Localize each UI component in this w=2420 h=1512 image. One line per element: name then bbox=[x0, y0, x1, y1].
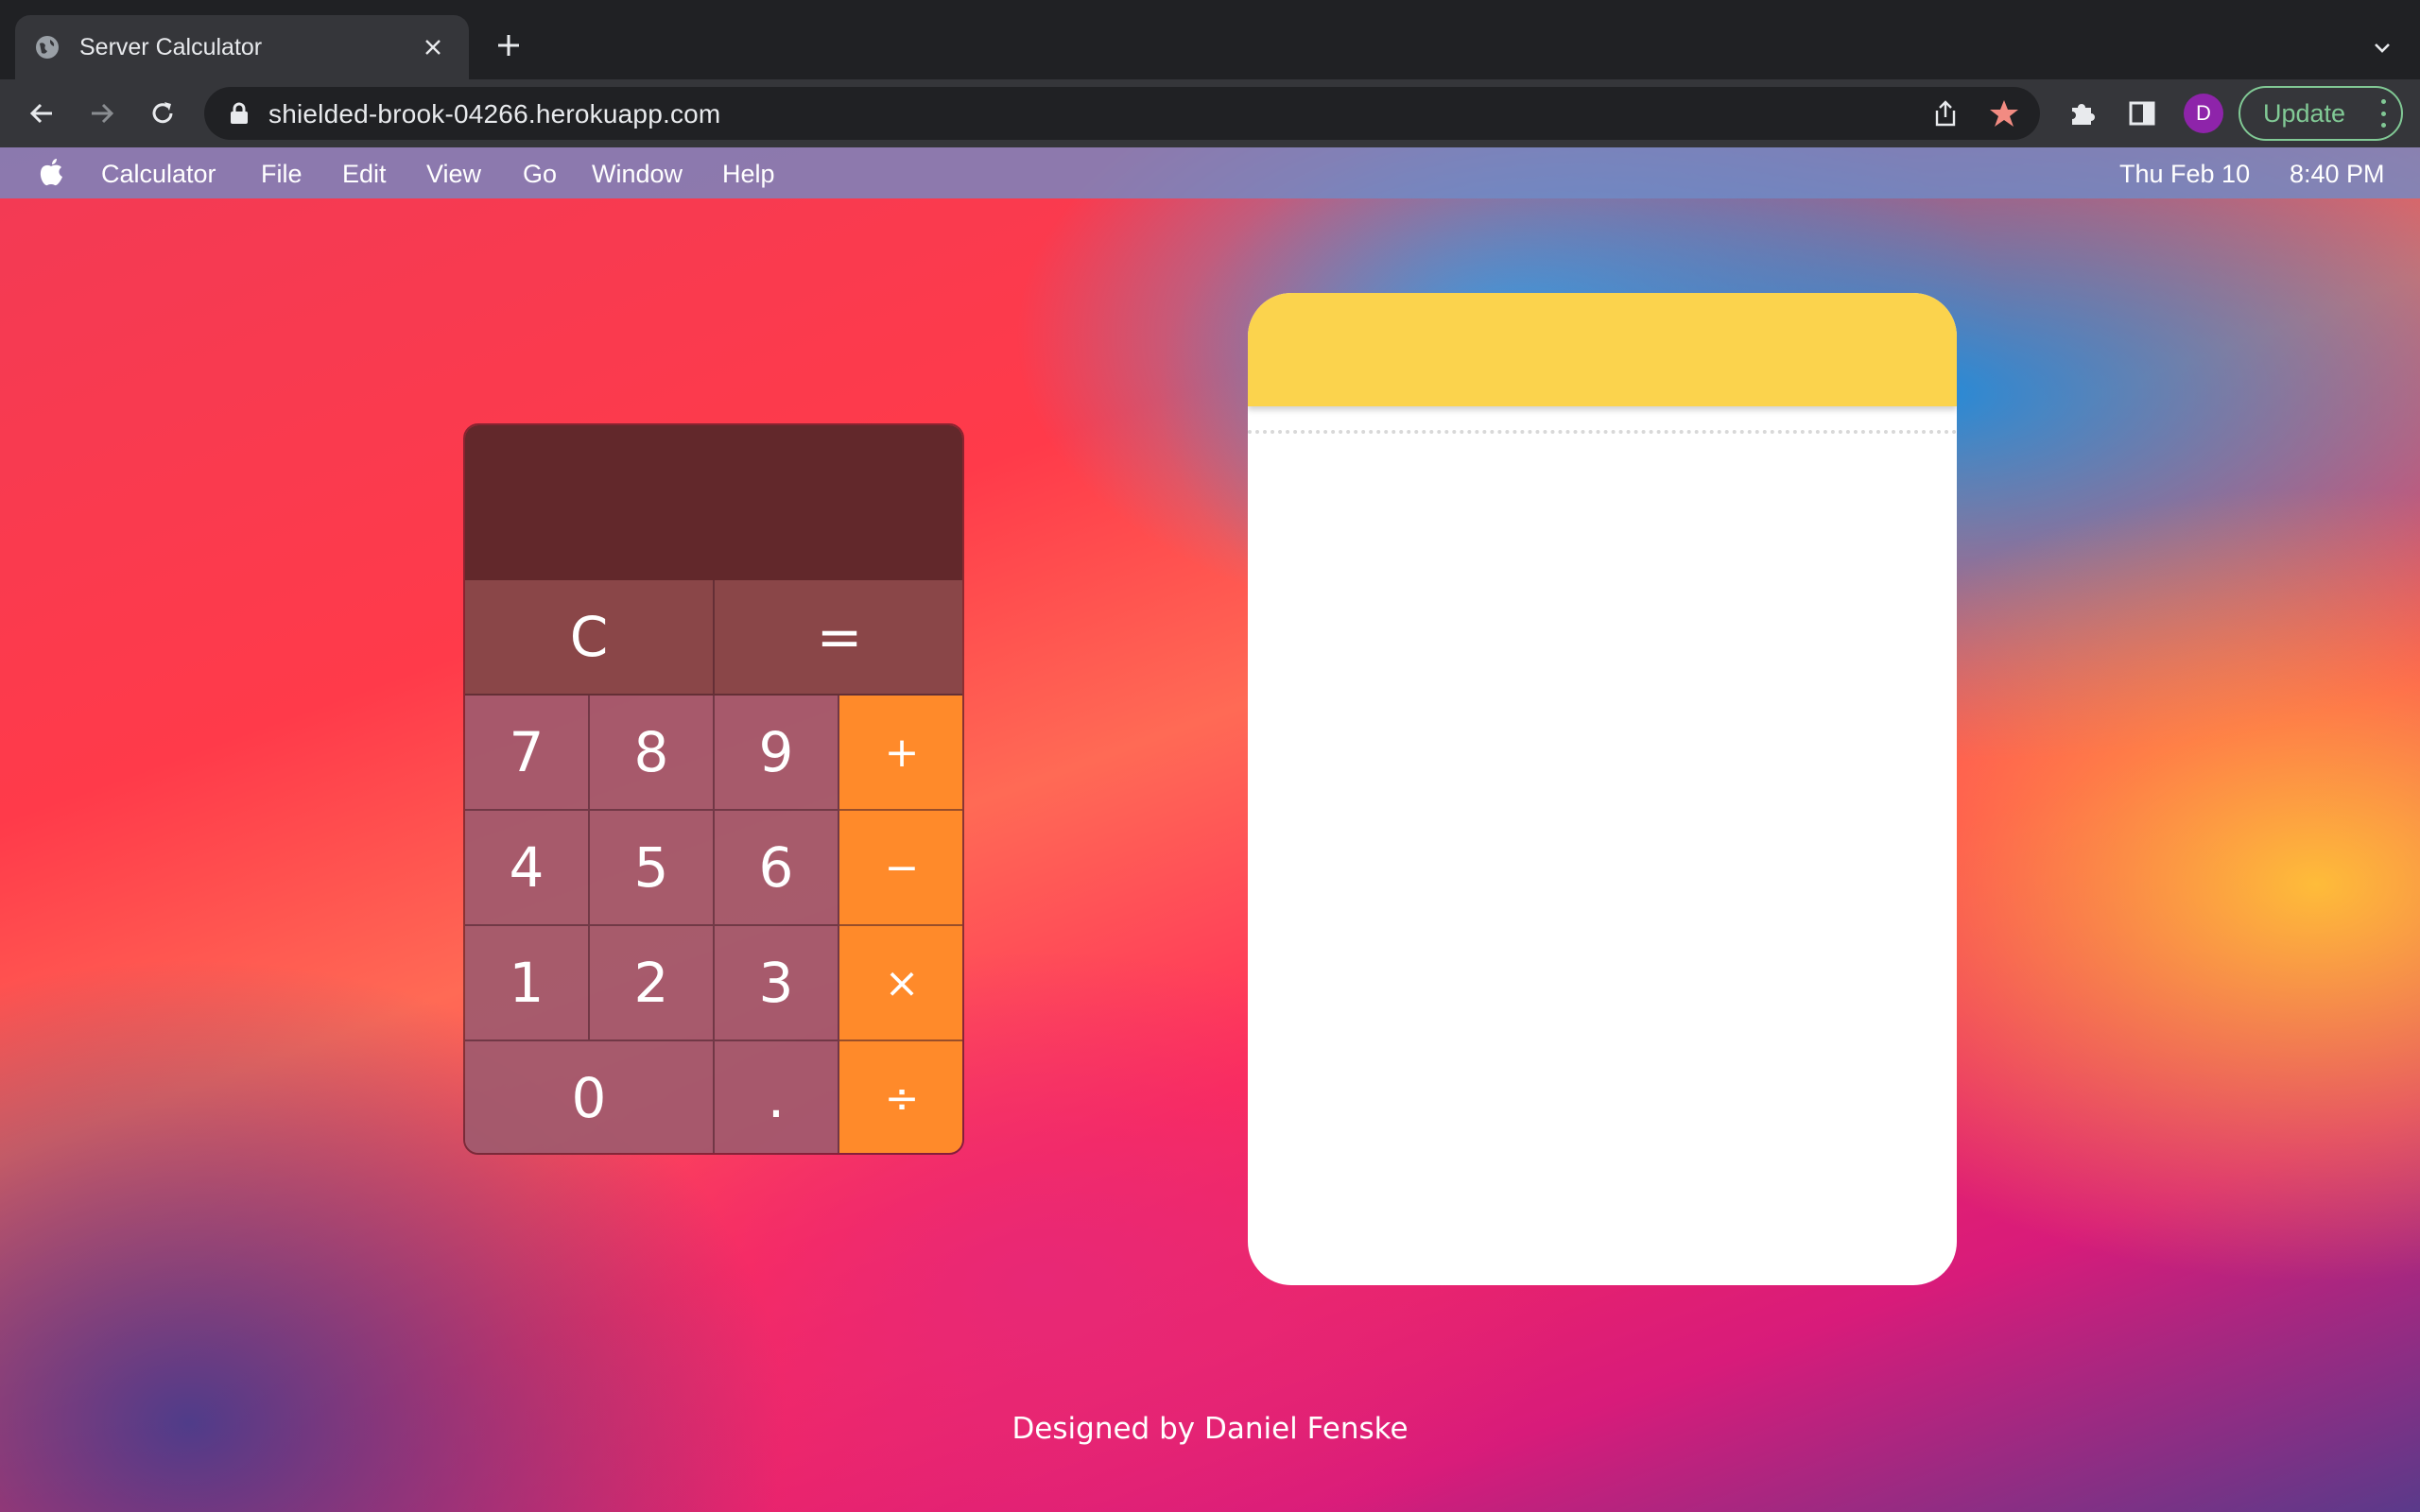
forward-button[interactable] bbox=[81, 93, 123, 134]
calculator-display bbox=[465, 425, 962, 580]
key-7[interactable]: 7 bbox=[465, 696, 590, 811]
notepad-perforation bbox=[1248, 430, 1957, 434]
update-label: Update bbox=[2263, 98, 2346, 128]
clear-button[interactable]: C bbox=[465, 580, 715, 696]
key-3[interactable]: 3 bbox=[715, 926, 839, 1041]
profile-avatar[interactable]: D bbox=[2184, 94, 2223, 133]
reload-button[interactable] bbox=[142, 93, 183, 134]
browser-toolbar: shielded-brook-04266.herokuapp.com D Upd… bbox=[0, 79, 2420, 147]
menubar-date: Thu Feb 10 bbox=[2119, 160, 2251, 188]
equals-button[interactable]: = bbox=[715, 580, 962, 696]
reload-icon bbox=[152, 102, 173, 124]
page-viewport: Calculator File Edit View Go Window Help… bbox=[0, 147, 2420, 1512]
url-text: shielded-brook-04266.herokuapp.com bbox=[268, 99, 721, 129]
update-button[interactable]: Update bbox=[2238, 86, 2403, 141]
multiply-button[interactable]: × bbox=[839, 926, 962, 1041]
plus-button[interactable]: + bbox=[839, 696, 962, 811]
arrow-right-icon bbox=[92, 103, 114, 124]
key-6[interactable]: 6 bbox=[715, 811, 839, 926]
new-tab-button[interactable] bbox=[490, 26, 527, 64]
menu-app-name[interactable]: Calculator bbox=[101, 160, 216, 189]
apple-logo-icon[interactable] bbox=[38, 157, 64, 187]
bookmark-star-icon[interactable] bbox=[1987, 96, 2021, 130]
share-icon[interactable] bbox=[1928, 96, 1962, 130]
browser-tab[interactable]: Server Calculator bbox=[15, 15, 469, 79]
lock-icon bbox=[231, 102, 248, 124]
menu-edit[interactable]: Edit bbox=[342, 160, 387, 189]
address-bar[interactable]: shielded-brook-04266.herokuapp.com bbox=[204, 87, 2040, 140]
key-0[interactable]: 0 bbox=[465, 1041, 715, 1153]
menu-go[interactable]: Go bbox=[523, 160, 557, 189]
divide-button[interactable]: ÷ bbox=[839, 1041, 962, 1153]
desktop-menubar: Calculator File Edit View Go Window Help… bbox=[0, 147, 2420, 198]
menubar-time: 8:40 PM bbox=[2290, 160, 2385, 188]
menu-window[interactable]: Window bbox=[592, 160, 683, 189]
arrow-left-icon bbox=[29, 103, 52, 124]
history-notepad bbox=[1248, 293, 1957, 1285]
more-menu-icon[interactable] bbox=[2378, 99, 2388, 128]
calculator: C = 7 8 9 + 4 5 6 − 1 2 3 × 0 . ÷ bbox=[463, 423, 964, 1155]
key-2[interactable]: 2 bbox=[590, 926, 715, 1041]
decimal-button[interactable]: . bbox=[715, 1041, 839, 1153]
key-4[interactable]: 4 bbox=[465, 811, 590, 926]
extensions-icon[interactable] bbox=[2061, 93, 2102, 134]
back-button[interactable] bbox=[21, 93, 62, 134]
key-9[interactable]: 9 bbox=[715, 696, 839, 811]
key-1[interactable]: 1 bbox=[465, 926, 590, 1041]
key-5[interactable]: 5 bbox=[590, 811, 715, 926]
notepad-header bbox=[1248, 293, 1957, 406]
chevron-down-icon[interactable] bbox=[2363, 28, 2401, 66]
globe-icon bbox=[34, 34, 60, 60]
minus-button[interactable]: − bbox=[839, 811, 962, 926]
menu-file[interactable]: File bbox=[261, 160, 302, 189]
close-icon[interactable] bbox=[416, 30, 450, 64]
menu-view[interactable]: View bbox=[426, 160, 481, 189]
menu-help[interactable]: Help bbox=[722, 160, 775, 189]
tab-title: Server Calculator bbox=[79, 33, 263, 60]
tab-strip: Server Calculator bbox=[0, 0, 2420, 79]
footer-credit: Designed by Daniel Fenske bbox=[1011, 1412, 1409, 1446]
key-8[interactable]: 8 bbox=[590, 696, 715, 811]
side-panel-icon[interactable] bbox=[2121, 93, 2163, 134]
